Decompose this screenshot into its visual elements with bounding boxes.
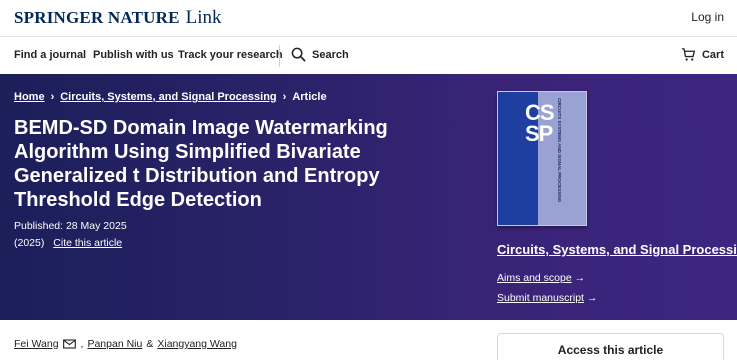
search-button[interactable]: Search (291, 47, 349, 62)
submit-label: Submit manuscript (497, 292, 584, 304)
citation-row: (2025) Cite this article (14, 237, 122, 249)
breadcrumb: Home › Circuits, Systems, and Signal Pro… (14, 91, 327, 103)
login-link[interactable]: Log in (691, 10, 724, 24)
cover-vertical-text: CIRCUITS SYSTEMS AND SIGNAL PROCESSING (557, 98, 562, 203)
chevron-right-icon: › (50, 91, 55, 103)
access-article-panel: Access this article (497, 333, 724, 360)
aims-and-scope-link[interactable]: Aims and scope → (497, 272, 585, 284)
article-hero: Home › Circuits, Systems, and Signal Pro… (0, 74, 737, 320)
article-year: (2025) (14, 237, 45, 249)
springer-nature-link-logo[interactable]: SPRINGER NATURE Link (14, 7, 222, 29)
breadcrumb-home[interactable]: Home (14, 91, 45, 103)
nav-track-your-research[interactable]: Track your research (178, 49, 283, 61)
submit-manuscript-link[interactable]: Submit manuscript → (497, 292, 597, 304)
journal-cover[interactable]: CS SP CIRCUITS SYSTEMS AND SIGNAL PROCES… (497, 91, 587, 226)
breadcrumb-current: Article (292, 91, 327, 103)
arrow-right-icon: → (586, 292, 598, 304)
search-label: Search (312, 48, 349, 61)
cite-this-article-link[interactable]: Cite this article (53, 237, 122, 249)
published-date: Published: 28 May 2025 (14, 220, 127, 232)
aims-label: Aims and scope (497, 272, 572, 284)
author-separator: , (80, 338, 84, 350)
cart-button[interactable]: Cart (681, 47, 724, 62)
author-separator: & (146, 338, 154, 350)
search-icon (291, 47, 306, 62)
top-bar: SPRINGER NATURE Link Log in (0, 0, 737, 37)
author-list: Fei Wang , Panpan Niu & Xiangyang Wang (14, 338, 237, 350)
mail-icon[interactable] (62, 339, 76, 349)
arrow-right-icon: → (574, 272, 586, 284)
author-link[interactable]: Panpan Niu (87, 338, 142, 350)
article-title: BEMD-SD Domain Image Watermarking Algori… (14, 117, 388, 211)
brand-name: SPRINGER NATURE (14, 8, 180, 27)
nav-publish-with-us[interactable]: Publish with us (93, 49, 174, 61)
journal-name-link[interactable]: Circuits, Systems, and Signal Processing (497, 242, 737, 257)
author-link[interactable]: Fei Wang (14, 338, 59, 350)
main-nav: Find a journal Publish with us Track you… (0, 37, 737, 74)
access-title: Access this article (557, 343, 664, 357)
nav-find-a-journal[interactable]: Find a journal (14, 49, 86, 61)
cart-icon (681, 47, 696, 62)
nav-divider (279, 45, 280, 67)
chevron-right-icon: › (282, 91, 287, 103)
author-link[interactable]: Xiangyang Wang (157, 338, 237, 350)
brand-suffix: Link (185, 7, 222, 28)
cart-label: Cart (701, 48, 724, 61)
breadcrumb-journal[interactable]: Circuits, Systems, and Signal Processing (60, 91, 276, 103)
